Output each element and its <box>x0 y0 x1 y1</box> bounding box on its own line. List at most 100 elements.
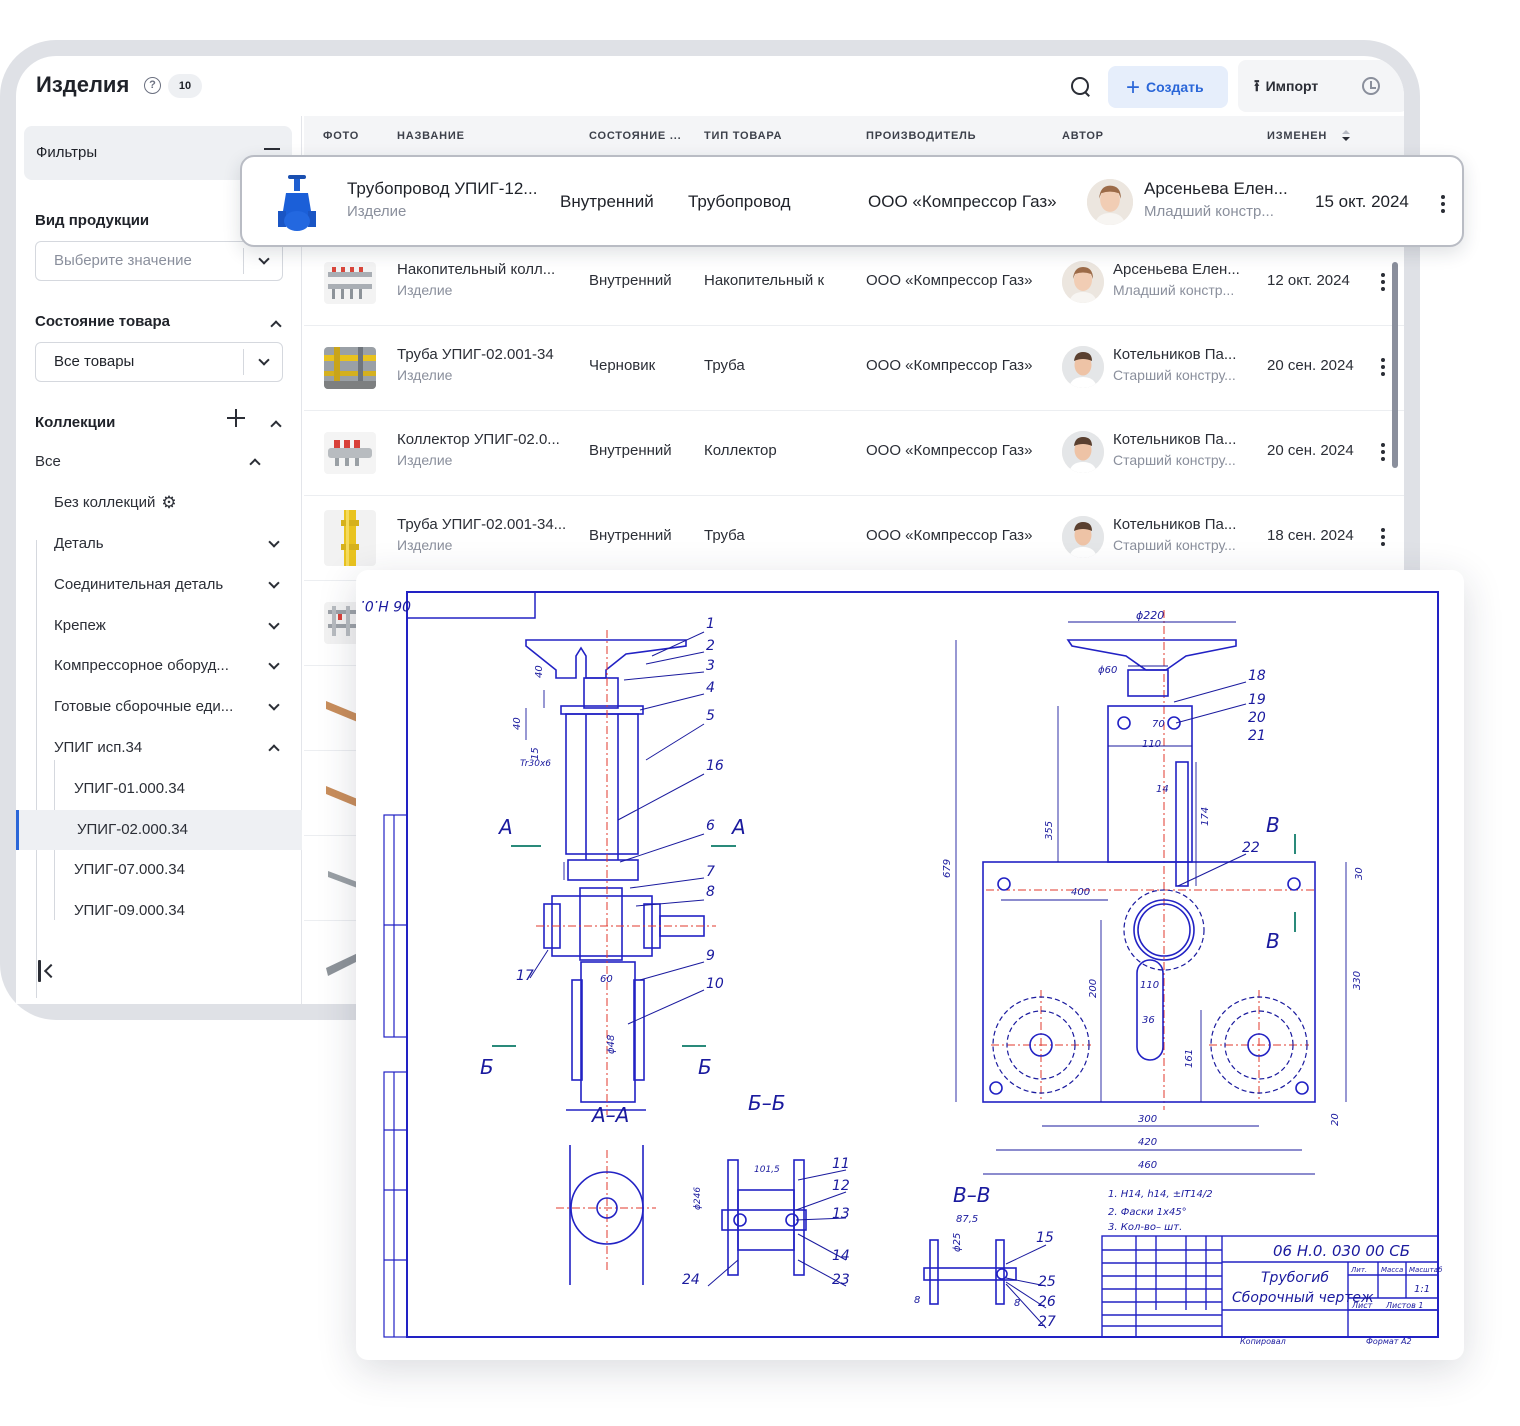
product-state-select[interactable]: Все товары <box>35 342 283 382</box>
row-menu-icon[interactable] <box>1380 441 1386 463</box>
collection-subitem[interactable]: УПИГ-01.000.34 <box>74 769 302 809</box>
collection-item-label: Готовые сборочные еди... <box>54 698 234 715</box>
search-icon[interactable] <box>1064 70 1096 102</box>
highlighted-table-row[interactable]: Трубопровод УПИГ-12... Изделие Внутренни… <box>240 155 1464 247</box>
callout-number: 8 <box>706 884 715 900</box>
product-type-select[interactable]: Выберите значение <box>35 241 283 281</box>
row-menu-icon[interactable] <box>1380 356 1386 378</box>
product-state-label: Состояние товара <box>35 313 170 330</box>
dimension-label: 679 <box>942 859 953 878</box>
collection-item[interactable]: Крепеж <box>54 606 294 646</box>
collection-item-label: Соединительная деталь <box>54 576 224 593</box>
chevron-down-icon <box>268 658 280 670</box>
table-row[interactable]: Труба УПИГ-02.001-34... Изделие Внутренн… <box>304 496 1404 581</box>
callout-number: 19 <box>1248 692 1266 708</box>
history-icon[interactable] <box>1362 77 1380 95</box>
callout-number: 2 <box>706 638 715 654</box>
callout-number: 16 <box>706 758 724 774</box>
callout-number: 3 <box>706 658 715 674</box>
collection-item[interactable]: Без коллекций ⚙ <box>54 483 294 523</box>
product-type-placeholder: Выберите значение <box>54 252 192 269</box>
chevron-down-icon <box>268 577 280 589</box>
section-bb-view <box>721 1159 807 1276</box>
column-header-type[interactable]: ТИП ТОВАРА <box>704 130 782 142</box>
filters-label: Фильтры <box>36 144 98 161</box>
callout-number: 14 <box>832 1248 850 1264</box>
collection-item[interactable]: Соединительная деталь <box>54 565 294 605</box>
product-name[interactable]: Коллектор УПИГ-02.0... <box>397 431 577 448</box>
row-menu-icon[interactable] <box>1380 271 1386 293</box>
collection-subitem[interactable]: УПИГ-07.000.34 <box>74 850 302 890</box>
maker-cell: ООО «Компрессор Газ» <box>866 442 1033 459</box>
add-collection-icon[interactable] <box>226 408 246 428</box>
chevron-up-icon <box>268 744 280 756</box>
product-name[interactable]: Труба УПИГ-02.001-34... <box>397 516 577 533</box>
table-row[interactable]: Труба УПИГ-02.001-34 Изделие Черновик Тр… <box>304 326 1404 411</box>
callout-number: 6 <box>706 818 715 834</box>
author-name: Котельников Па... <box>1113 516 1237 533</box>
column-header-author[interactable]: АВТОР <box>1062 130 1104 142</box>
product-name[interactable]: Накопительный колл... <box>397 261 577 278</box>
author-name: Арсеньева Елен... <box>1113 261 1240 278</box>
column-header-name[interactable]: НАЗВАНИЕ <box>397 130 465 142</box>
product-name[interactable]: Трубопровод УПИГ-12... <box>347 179 547 199</box>
stamp-field: Лит. <box>1350 1266 1367 1274</box>
collapse-sidebar-icon[interactable] <box>38 960 56 982</box>
author-role: Старший констру... <box>1113 367 1236 383</box>
help-icon[interactable]: ? <box>144 77 161 94</box>
row-menu-icon[interactable] <box>1380 526 1386 548</box>
product-photo <box>324 510 376 566</box>
rotated-code-box <box>406 591 536 619</box>
table-row[interactable]: Накопительный колл... Изделие Внутренний… <box>304 241 1404 326</box>
product-name-cell: Труба УПИГ-02.001-34... Изделие <box>397 516 577 553</box>
column-header-modified[interactable]: ИЗМЕНЕН <box>1267 130 1327 142</box>
state-cell: Внутренний <box>560 192 654 211</box>
callout-number: 7 <box>706 864 715 880</box>
plus-icon: + <box>1126 74 1141 101</box>
create-button[interactable]: + Создать <box>1108 66 1228 108</box>
chevron-down-icon <box>268 536 280 548</box>
collection-item[interactable]: УПИГ исп.34 <box>54 728 294 768</box>
section-mark-label: Б <box>480 1055 494 1079</box>
callout-number: 24 <box>682 1272 700 1288</box>
row-menu-icon[interactable] <box>1440 193 1446 215</box>
callout-number: 4 <box>706 680 715 696</box>
chevron-up-icon[interactable] <box>270 420 282 432</box>
collection-item[interactable]: Готовые сборочные еди... <box>54 687 294 727</box>
section-vv-label: В–В <box>953 1183 990 1207</box>
collection-item[interactable]: Деталь <box>54 524 294 564</box>
dimension-label: 460 <box>1138 1160 1157 1171</box>
column-header-maker[interactable]: ПРОИЗВОДИТЕЛЬ <box>866 130 976 142</box>
dimension-label: ϕ48 <box>606 1035 617 1054</box>
product-name[interactable]: Труба УПИГ-02.001-34 <box>397 346 577 363</box>
dimension-label: 400 <box>1071 887 1090 898</box>
collection-item[interactable]: Компрессорное оборуд... <box>54 646 294 686</box>
collection-subitem-active[interactable]: УПИГ-02.000.34 <box>16 810 302 850</box>
dimension-label: 110 <box>1140 980 1159 991</box>
collection-item-label: Крепеж <box>54 617 106 634</box>
stamp-field: Листов 1 <box>1385 1301 1424 1310</box>
collection-item-label: Деталь <box>54 535 104 552</box>
collection-all[interactable]: Все <box>35 442 275 482</box>
collection-subitem[interactable]: УПИГ-09.000.34 <box>74 891 302 931</box>
chevron-up-icon[interactable] <box>270 320 282 332</box>
column-header-state[interactable]: СОСТОЯНИЕ ... <box>589 130 681 142</box>
product-type-label: Вид продукции <box>35 212 150 229</box>
product-photo <box>324 432 376 474</box>
callout-number: 1 <box>706 616 715 632</box>
collections-label: Коллекции <box>35 414 116 431</box>
left-margin-stamp <box>383 814 408 1338</box>
author-name: Котельников Па... <box>1113 346 1237 363</box>
table-row[interactable]: Коллектор УПИГ-02.0... Изделие Внутренни… <box>304 411 1404 496</box>
maker-cell: ООО «Компрессор Газ» <box>866 357 1033 374</box>
product-photo <box>324 857 360 899</box>
gear-icon[interactable]: ⚙ <box>161 483 176 523</box>
stamp-title: Трубогиб <box>1261 1270 1329 1286</box>
section-marks <box>492 834 1296 1047</box>
sort-icon[interactable] <box>1342 130 1350 142</box>
table-scrollbar[interactable] <box>1392 262 1398 468</box>
author-cell: Арсеньева Елен... Младший констр... <box>1144 179 1304 220</box>
chevron-down-icon <box>258 354 270 366</box>
dimension-label: 60 <box>600 974 613 985</box>
dimension-label: 200 <box>1088 979 1099 998</box>
